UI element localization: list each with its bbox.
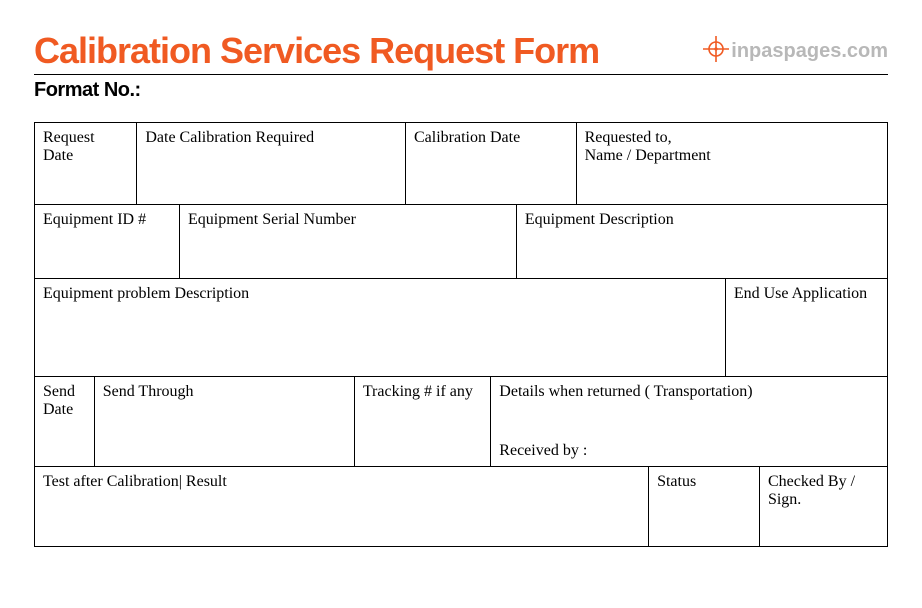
cell-status: Status: [649, 467, 760, 547]
format-no-label: Format No.:: [34, 79, 888, 102]
cell-equipment-serial: Equipment Serial Number: [179, 205, 516, 279]
target-icon: [703, 36, 729, 67]
cell-checked-by: Checked By / Sign.: [759, 467, 887, 547]
table-row: Send Date Send Through Tracking # if any…: [35, 377, 888, 467]
cell-equipment-id: Equipment ID #: [35, 205, 180, 279]
cell-requested-to: Requested to, Name / Department: [576, 123, 887, 205]
form-table: Request Date Date Calibration Required C…: [34, 122, 888, 547]
table-row: Equipment ID # Equipment Serial Number E…: [35, 205, 888, 279]
cell-equipment-desc: Equipment Description: [516, 205, 887, 279]
brand-logo: inpaspages.com: [703, 36, 888, 67]
cell-date-cal-required: Date Calibration Required: [137, 123, 406, 205]
cell-calibration-date: Calibration Date: [406, 123, 577, 205]
header: Calibration Services Request Form inpasp…: [34, 30, 888, 75]
cell-details-returned: Details when returned ( Transportation) …: [491, 377, 888, 467]
received-by-label: Received by :: [499, 442, 587, 460]
brand-text: inpaspages.com: [731, 40, 888, 63]
table-row: Equipment problem Description End Use Ap…: [35, 279, 888, 377]
cell-tracking: Tracking # if any: [354, 377, 490, 467]
cell-send-date: Send Date: [35, 377, 95, 467]
cell-send-through: Send Through: [94, 377, 354, 467]
page-title: Calibration Services Request Form: [34, 30, 599, 72]
cell-end-use: End Use Application: [725, 279, 887, 377]
table-row: Test after Calibration| Result Status Ch…: [35, 467, 888, 547]
cell-request-date: Request Date: [35, 123, 137, 205]
cell-test-result: Test after Calibration| Result: [35, 467, 649, 547]
cell-problem-desc: Equipment problem Description: [35, 279, 726, 377]
table-row: Request Date Date Calibration Required C…: [35, 123, 888, 205]
